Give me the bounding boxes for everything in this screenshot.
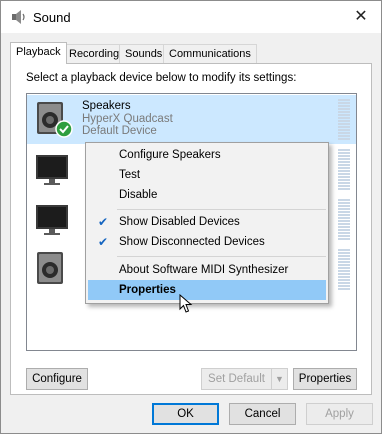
tab-playback[interactable]: Playback bbox=[10, 42, 67, 64]
checkmark-icon: ✔ bbox=[97, 235, 109, 249]
title-bar[interactable]: Sound ✕ bbox=[1, 1, 381, 33]
monitor-icon bbox=[36, 205, 68, 235]
set-default-label: Set Default bbox=[208, 373, 265, 385]
properties-button[interactable]: Properties bbox=[293, 368, 357, 390]
menu-separator bbox=[117, 256, 326, 257]
device-status: Default Device bbox=[82, 125, 157, 137]
menu-item-label: Properties bbox=[119, 284, 176, 296]
menu-item-label: Test bbox=[119, 169, 141, 181]
cancel-button[interactable]: Cancel bbox=[229, 403, 296, 425]
mouse-pointer-icon bbox=[179, 294, 193, 313]
configure-button[interactable]: Configure bbox=[26, 368, 88, 390]
device-row-speakers[interactable]: Speakers HyperX Quadcast Default Device bbox=[27, 95, 356, 144]
menu-item-label: Show Disabled Devices bbox=[119, 216, 240, 228]
device-subtitle: HyperX Quadcast bbox=[82, 113, 173, 125]
device-name: Speakers bbox=[82, 100, 131, 112]
speaker-icon bbox=[12, 10, 25, 24]
menu-item-label: Show Disconnected Devices bbox=[119, 236, 265, 248]
tab-recording[interactable]: Recording bbox=[63, 44, 126, 63]
checkmark-icon: ✔ bbox=[97, 215, 109, 229]
level-meter bbox=[338, 99, 350, 140]
chevron-down-icon[interactable]: ▼ bbox=[271, 369, 287, 389]
menu-separator bbox=[117, 209, 326, 210]
instruction-text: Select a playback device below to modify… bbox=[26, 72, 297, 84]
level-meter bbox=[338, 199, 350, 240]
speaker-with-check-icon bbox=[37, 102, 73, 138]
close-button[interactable]: ✕ bbox=[341, 1, 381, 33]
menu-item-show-disconnected[interactable]: ✔ Show Disconnected Devices bbox=[88, 232, 326, 252]
menu-item-configure-speakers[interactable]: Configure Speakers bbox=[88, 145, 326, 165]
menu-item-label: About Software MIDI Synthesizer bbox=[119, 264, 289, 276]
menu-item-show-disabled[interactable]: ✔ Show Disabled Devices bbox=[88, 212, 326, 232]
menu-item-label: Configure Speakers bbox=[119, 149, 221, 161]
set-default-button[interactable]: Set Default ▼ bbox=[201, 368, 288, 390]
ok-button[interactable]: OK bbox=[152, 403, 219, 425]
menu-item-properties[interactable]: Properties bbox=[88, 280, 326, 300]
context-menu: Configure Speakers Test Disable ✔ Show D… bbox=[85, 142, 329, 304]
window-title: Sound bbox=[33, 10, 71, 25]
menu-item-disable[interactable]: Disable bbox=[88, 185, 326, 205]
level-meter bbox=[338, 149, 350, 190]
tab-communications[interactable]: Communications bbox=[163, 44, 257, 63]
apply-button[interactable]: Apply bbox=[306, 403, 373, 425]
level-meter bbox=[338, 249, 350, 290]
menu-item-about-midi[interactable]: About Software MIDI Synthesizer bbox=[88, 260, 326, 280]
menu-item-test[interactable]: Test bbox=[88, 165, 326, 185]
speaker-icon bbox=[37, 252, 63, 284]
monitor-icon bbox=[36, 155, 68, 185]
tab-sounds[interactable]: Sounds bbox=[119, 44, 169, 63]
menu-item-label: Disable bbox=[119, 189, 158, 201]
sound-dialog: Sound ✕ Playback Recording Sounds Commun… bbox=[0, 0, 382, 434]
close-icon: ✕ bbox=[354, 8, 368, 25]
